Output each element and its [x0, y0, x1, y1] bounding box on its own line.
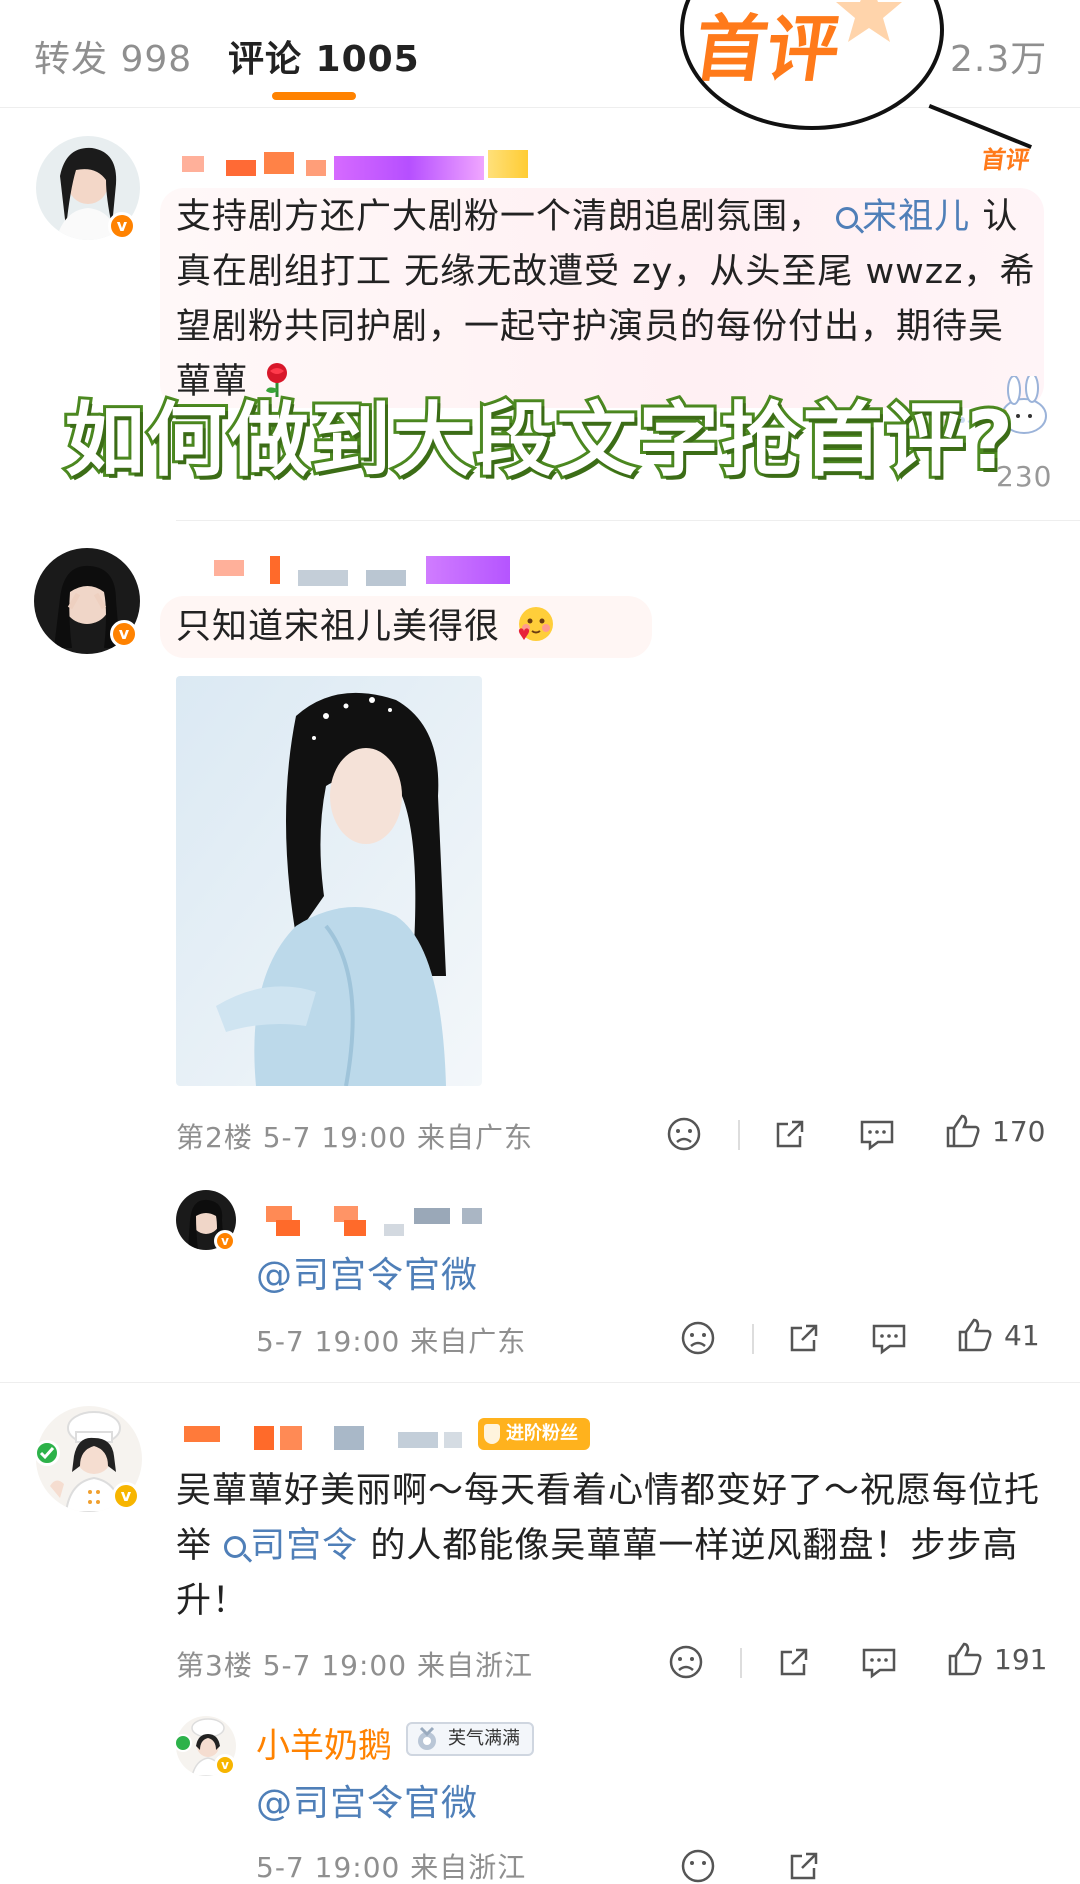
blurred-username[interactable]: [184, 1424, 474, 1452]
dislike-button[interactable]: [680, 1320, 716, 1356]
dislike-button[interactable]: [668, 1644, 704, 1680]
comment-text: 吴蕇蕇好美丽啊～每天看着心情都变好了～祝愿每位托举 司宫令 的人都能像吴蕇蕇一样…: [176, 1464, 1056, 1629]
check-badge-icon: [174, 1734, 192, 1752]
comment-photo[interactable]: [176, 676, 482, 1086]
like-count: 41: [1004, 1318, 1040, 1352]
medal-icon: [418, 1726, 436, 1750]
share-button[interactable]: [786, 1848, 822, 1884]
like-count: 191: [994, 1642, 1048, 1676]
share-icon: [776, 1120, 804, 1148]
verified-badge-icon: v: [214, 1230, 236, 1252]
blurred-username[interactable]: [178, 150, 528, 180]
tab-likes[interactable]: 2.3万: [950, 30, 1047, 82]
overlay-title: 如何做到大段文字抢首评?: [62, 391, 1016, 490]
like-count: 170: [992, 1114, 1046, 1148]
blurred-username[interactable]: [266, 1206, 486, 1236]
comment-text-part: 只知道宋祖儿美得很: [176, 607, 501, 647]
reply-button[interactable]: [870, 1320, 908, 1356]
dislike-button[interactable]: [666, 1116, 702, 1152]
active-tab-indicator: [272, 92, 356, 100]
share-button[interactable]: [772, 1116, 808, 1152]
topic-link[interactable]: 司宫令: [224, 1526, 358, 1566]
reply-button[interactable]: [860, 1644, 898, 1680]
comment-text-part: 支持剧方还广大剧粉一个清朗追剧氛围，: [176, 197, 825, 237]
thumbs-up-icon: [948, 1642, 982, 1676]
comment-icon: [862, 1648, 896, 1679]
title-badge-label: 芙气满满: [448, 1728, 520, 1749]
verified-badge-icon: v: [108, 212, 136, 240]
topic-link-label: 宋祖儿: [862, 197, 971, 237]
like-button[interactable]: 170: [944, 1112, 1045, 1150]
search-icon: [224, 1536, 247, 1558]
divider: [752, 1324, 754, 1354]
blurred-username[interactable]: [214, 556, 514, 586]
divider: [176, 520, 1080, 521]
sad-face-icon: [681, 1849, 715, 1883]
thumbs-up-icon: [958, 1318, 992, 1352]
search-icon: [836, 207, 859, 229]
first-comment-magnifier: 首评: [680, 0, 944, 130]
like-button[interactable]: 191: [946, 1640, 1047, 1678]
divider: [740, 1648, 742, 1678]
divider: [738, 1120, 740, 1150]
verified-badge-icon: v: [214, 1754, 236, 1776]
smitten-emoji-icon: [519, 607, 554, 641]
comment-meta: 第2楼 5-7 19:00 来自广东: [176, 1121, 533, 1154]
like-button[interactable]: 41: [956, 1316, 1040, 1354]
sad-face-icon: [681, 1321, 715, 1355]
reply-mention-link[interactable]: @司宫令官微: [256, 1774, 478, 1826]
share-icon: [790, 1852, 818, 1880]
share-button[interactable]: [776, 1644, 812, 1680]
check-badge-icon: [34, 1440, 60, 1466]
tab-comment[interactable]: 评论 1005: [228, 30, 420, 82]
topic-link[interactable]: 宋祖儿: [836, 197, 970, 237]
tab-repost[interactable]: 转发 998: [34, 30, 192, 82]
reply-mention-link[interactable]: @司宫令官微: [256, 1246, 478, 1298]
dislike-button[interactable]: [680, 1848, 716, 1884]
first-comment-label-large: 首评: [689, 7, 846, 91]
share-button[interactable]: [786, 1320, 822, 1356]
comment-meta: 第3楼 5-7 19:00 来自浙江: [176, 1649, 533, 1682]
verified-badge-icon: v: [112, 1482, 140, 1510]
fan-level-badge: 进阶粉丝: [478, 1418, 590, 1450]
title-badge: 芙气满满: [406, 1722, 534, 1756]
share-icon: [780, 1648, 808, 1676]
first-comment-badge: 首评: [979, 146, 1032, 174]
reply-meta: 5-7 19:00 来自广东: [256, 1325, 527, 1358]
reply-username[interactable]: 小羊奶鹅: [256, 1718, 392, 1767]
comment-text: 只知道宋祖儿美得很: [176, 600, 556, 655]
comment-icon: [872, 1324, 906, 1355]
sad-face-icon: [669, 1645, 703, 1679]
share-icon: [790, 1324, 818, 1352]
topic-link-label: 司宫令: [250, 1526, 359, 1566]
verified-badge-icon: v: [110, 620, 138, 648]
reply-button[interactable]: [858, 1116, 896, 1152]
thumbs-up-icon: [946, 1114, 980, 1148]
sad-face-icon: [667, 1117, 701, 1151]
comment-icon: [860, 1120, 894, 1151]
reply-meta: 5-7 19:00 来自浙江: [256, 1851, 527, 1884]
divider: [0, 1382, 1080, 1383]
